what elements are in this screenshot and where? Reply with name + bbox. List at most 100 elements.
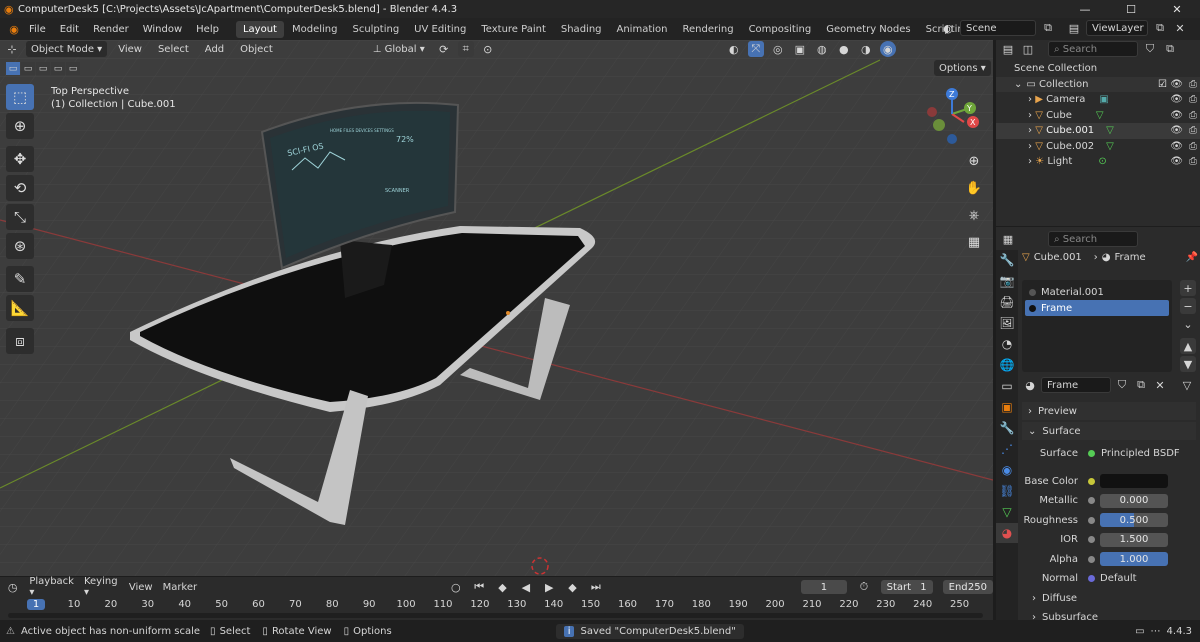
render-tab-icon[interactable]: 📷 xyxy=(996,271,1018,291)
render-camera-icon[interactable]: ⎙ xyxy=(1189,79,1197,90)
data-tab-icon[interactable]: ▽ xyxy=(996,502,1018,522)
scale-tool-icon[interactable]: ⤡ xyxy=(6,204,34,230)
tab-animation[interactable]: Animation xyxy=(610,21,675,38)
visibility-eye-icon[interactable]: 👁 xyxy=(1170,141,1183,152)
tree-item-scene-collection[interactable]: Scene Collection xyxy=(996,61,1200,77)
close-button[interactable]: ✕ xyxy=(1154,3,1200,16)
viewlayer-icon[interactable]: ▤ xyxy=(1066,20,1082,36)
slot-link-icon[interactable]: ▽ xyxy=(1179,377,1195,393)
new-scene-icon[interactable]: ⧉ xyxy=(1040,20,1056,36)
wireframe-shading-icon[interactable]: ◍ xyxy=(814,41,830,57)
visibility-eye-icon[interactable]: 👁 xyxy=(1170,125,1183,136)
keying-menu[interactable]: Keying ▾ xyxy=(84,576,119,598)
select-subtract-mode-icon[interactable]: ▭ xyxy=(36,62,50,75)
marker-menu[interactable]: Marker xyxy=(163,582,198,593)
snap-icon[interactable]: ⌗ xyxy=(457,41,474,57)
slot-specials-icon[interactable]: ⌄ xyxy=(1180,316,1196,332)
timeline-editor-icon[interactable]: ◷ xyxy=(6,579,19,595)
add-slot-icon[interactable]: + xyxy=(1180,280,1196,296)
play-icon[interactable]: ▶ xyxy=(543,579,556,595)
view-layer-tab-icon[interactable]: 🖼 xyxy=(996,313,1018,333)
filter-icon[interactable]: ⛉ xyxy=(1142,41,1158,57)
surface-section-header[interactable]: ⌄ Surface xyxy=(1022,422,1196,440)
tab-layout[interactable]: Layout xyxy=(235,20,284,38)
solid-shading-icon[interactable]: ● xyxy=(836,41,852,57)
remove-slot-icon[interactable]: − xyxy=(1180,298,1196,314)
expand-chevron-icon[interactable]: › xyxy=(1028,110,1032,121)
normal-value[interactable]: Default xyxy=(1100,573,1168,584)
diffuse-subpanel[interactable]: › Diffuse xyxy=(1022,589,1198,609)
material-shading-icon[interactable]: ◑ xyxy=(858,41,874,57)
options-button[interactable]: Options ▾ xyxy=(934,60,991,76)
render-camera-icon[interactable]: ⎙ xyxy=(1189,94,1197,105)
add-cube-tool-icon[interactable]: ⧈ xyxy=(6,328,34,354)
jump-end-icon[interactable]: ⏭ xyxy=(589,579,602,595)
annotate-tool-icon[interactable]: ✎ xyxy=(6,266,34,292)
tree-item-cube-002[interactable]: › ▽ Cube.002 ▽ 👁 ⎙ xyxy=(996,139,1200,155)
material-slot-row[interactable]: Material.001 xyxy=(1025,284,1169,300)
duplicate-material-icon[interactable]: ⧉ xyxy=(1133,377,1149,393)
menu-file[interactable]: File xyxy=(22,24,53,35)
cursor-tool-icon[interactable]: ⊕ xyxy=(6,113,34,139)
collapse-chevron-icon[interactable]: ⌄ xyxy=(1014,79,1022,90)
tree-item-collection[interactable]: ⌄ ▭ Collection ☑ 👁 ⎙ xyxy=(996,76,1200,92)
metallic-field[interactable]: 0.000 xyxy=(1100,493,1168,508)
new-viewlayer-icon[interactable]: ⧉ xyxy=(1152,20,1168,36)
3d-viewport[interactable]: SCI-FI OS 72% HOME FILES DEVICES SETTING… xyxy=(0,40,993,576)
visibility-eye-icon[interactable]: 👁 xyxy=(1170,79,1183,90)
visibility-icon[interactable]: ◐ xyxy=(726,41,742,57)
editor-type-icon[interactable]: ⊹ xyxy=(4,41,20,57)
alpha-slider[interactable]: 1.000 xyxy=(1100,552,1168,567)
expand-chevron-icon[interactable]: › xyxy=(1028,94,1032,105)
visibility-eye-icon[interactable]: 👁 xyxy=(1170,110,1183,121)
roughness-slider[interactable]: 0.500 xyxy=(1100,513,1168,528)
remove-viewlayer-icon[interactable]: ✕ xyxy=(1172,20,1188,36)
rotate-tool-icon[interactable]: ⟲ xyxy=(6,175,34,201)
properties-search[interactable]: ⌕ Search xyxy=(1048,231,1138,247)
scene-selector[interactable]: Scene xyxy=(960,20,1036,36)
output-tab-icon[interactable]: 🖨 xyxy=(996,292,1018,312)
menu-window[interactable]: Window xyxy=(136,24,189,35)
render-camera-icon[interactable]: ⎙ xyxy=(1189,125,1197,136)
constraints-tab-icon[interactable]: ⛓ xyxy=(996,481,1018,501)
object-menu[interactable]: Object xyxy=(235,41,278,57)
expand-chevron-icon[interactable]: › xyxy=(1028,141,1032,152)
tab-geometry-nodes[interactable]: Geometry Nodes xyxy=(819,21,917,38)
menu-help[interactable]: Help xyxy=(189,24,226,35)
render-camera-icon[interactable]: ⎙ xyxy=(1189,110,1197,121)
outliner-editor-icon[interactable]: ▤ xyxy=(1000,41,1016,57)
world-tab-icon[interactable]: 🌐 xyxy=(996,355,1018,375)
ior-field[interactable]: 1.500 xyxy=(1100,532,1168,547)
base-color-swatch[interactable] xyxy=(1100,474,1168,489)
proportional-edit-icon[interactable]: ⊙ xyxy=(480,41,496,57)
frame-ruler[interactable]: 1 10 20 30 40 50 60 70 80 90 100 110 120 130 140 150 160… xyxy=(0,597,993,613)
pan-hand-icon[interactable]: ✋ xyxy=(963,177,985,199)
modifier-tab-icon[interactable]: 🔧 xyxy=(996,418,1018,438)
pivot-icon[interactable]: ⟳ xyxy=(436,41,452,57)
preview-section-header[interactable]: › Preview xyxy=(1022,402,1196,420)
end-frame-field[interactable]: End 250 xyxy=(942,580,993,594)
scene-tab-icon[interactable]: ◔ xyxy=(996,334,1018,354)
select-extend-mode-icon[interactable]: ▭ xyxy=(21,62,35,75)
select-tool-icon[interactable]: ⬚ xyxy=(6,84,34,110)
render-camera-icon[interactable]: ⎙ xyxy=(1189,141,1197,152)
perspective-toggle-icon[interactable]: ▦ xyxy=(963,231,985,253)
viewlayer-selector[interactable]: ViewLayer xyxy=(1086,20,1148,36)
browse-material-icon[interactable]: ◕ xyxy=(1022,377,1038,393)
jump-start-icon[interactable]: ⏮ xyxy=(472,579,485,595)
tab-modeling[interactable]: Modeling xyxy=(285,21,345,38)
visibility-eye-icon[interactable]: 👁 xyxy=(1170,156,1183,167)
save-report[interactable]: i Saved "ComputerDesk5.blend" xyxy=(555,623,744,639)
prev-keyframe-icon[interactable]: ◆ xyxy=(496,579,509,595)
zoom-icon[interactable]: ⊕ xyxy=(963,150,985,172)
transform-orientation-dropdown[interactable]: ⊥ Global ▾ xyxy=(368,41,430,57)
play-reverse-icon[interactable]: ◀ xyxy=(519,579,532,595)
material-slot-row[interactable]: Frame xyxy=(1025,300,1169,316)
properties-editor-icon[interactable]: ▦ xyxy=(1000,231,1016,247)
material-tab-icon[interactable]: ◕ xyxy=(996,523,1018,543)
move-tool-icon[interactable]: ✥ xyxy=(6,146,34,172)
timeline-scrollbar[interactable] xyxy=(8,613,983,618)
particles-tab-icon[interactable]: ⋰ xyxy=(996,439,1018,459)
render-camera-icon[interactable]: ⎙ xyxy=(1189,156,1197,167)
xray-icon[interactable]: ▣ xyxy=(792,41,808,57)
